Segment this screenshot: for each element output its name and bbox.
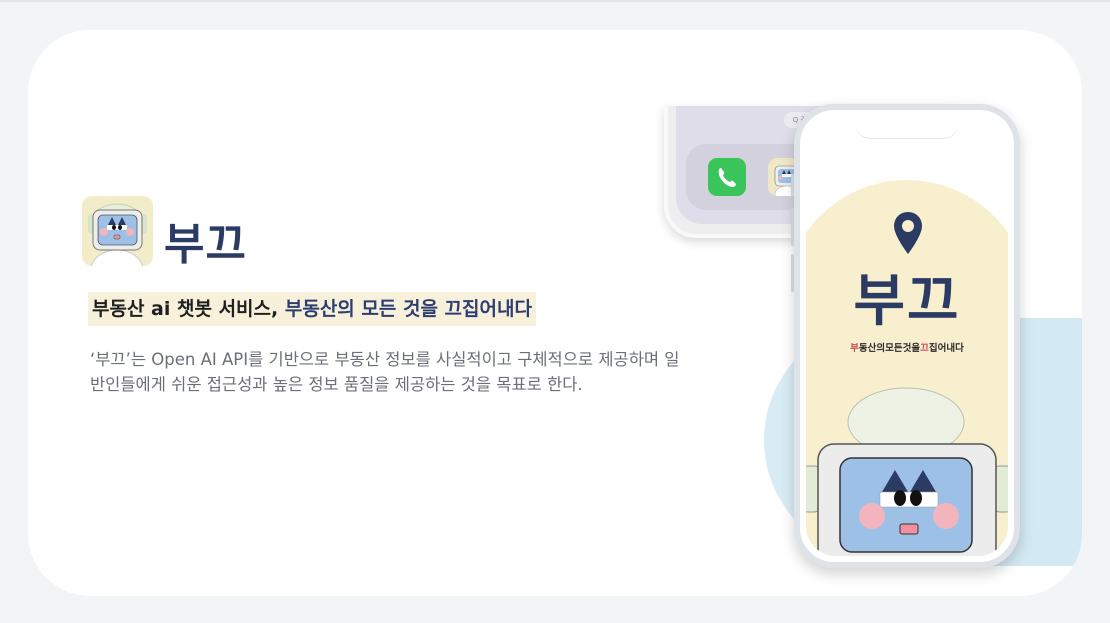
phone-app-title: 부끄 [853,269,961,334]
slogan-part-4: 집어내다 [928,343,964,354]
front-phone-mockup: 부끄 부동산의모든것을끄집어내다 [791,104,1020,568]
headline-part1: 부동산 ai 챗봇 서비스, [92,298,285,320]
phone-volume-down [791,254,794,292]
phone-side-button [791,174,794,196]
slogan-part-2: 동산의모든것을 [858,343,921,354]
phone-notch [856,116,958,138]
phone-volume-up [791,208,794,246]
brand-title: 부끄 [164,219,247,270]
top-divider [0,0,1110,2]
robot-mascot [806,378,1008,556]
phone-slogan: 부동산의모든것을끄집어내다 [806,340,1008,354]
phone-screen: 부끄 부동산의모든것을끄집어내다 [806,116,1008,556]
location-pin-icon [892,210,924,256]
headline-part2: 부동산의 모든 것을 끄집어내다 [284,298,532,320]
slogan-part-3: 끄 [920,343,929,354]
phone-bezel: 부끄 부동산의모든것을끄집어내다 [800,110,1014,562]
description-text: ‘부끄’는 Open AI API를 기반으로 부동산 정보를 사실적이고 구체… [90,350,680,394]
slogan-part-1: 부 [850,343,859,354]
headline: 부동산 ai 챗봇 서비스, 부동산의 모든 것을 끄집어내다 [88,292,536,326]
bugge-logo-icon [82,196,153,266]
phone-app-icon [708,158,746,196]
